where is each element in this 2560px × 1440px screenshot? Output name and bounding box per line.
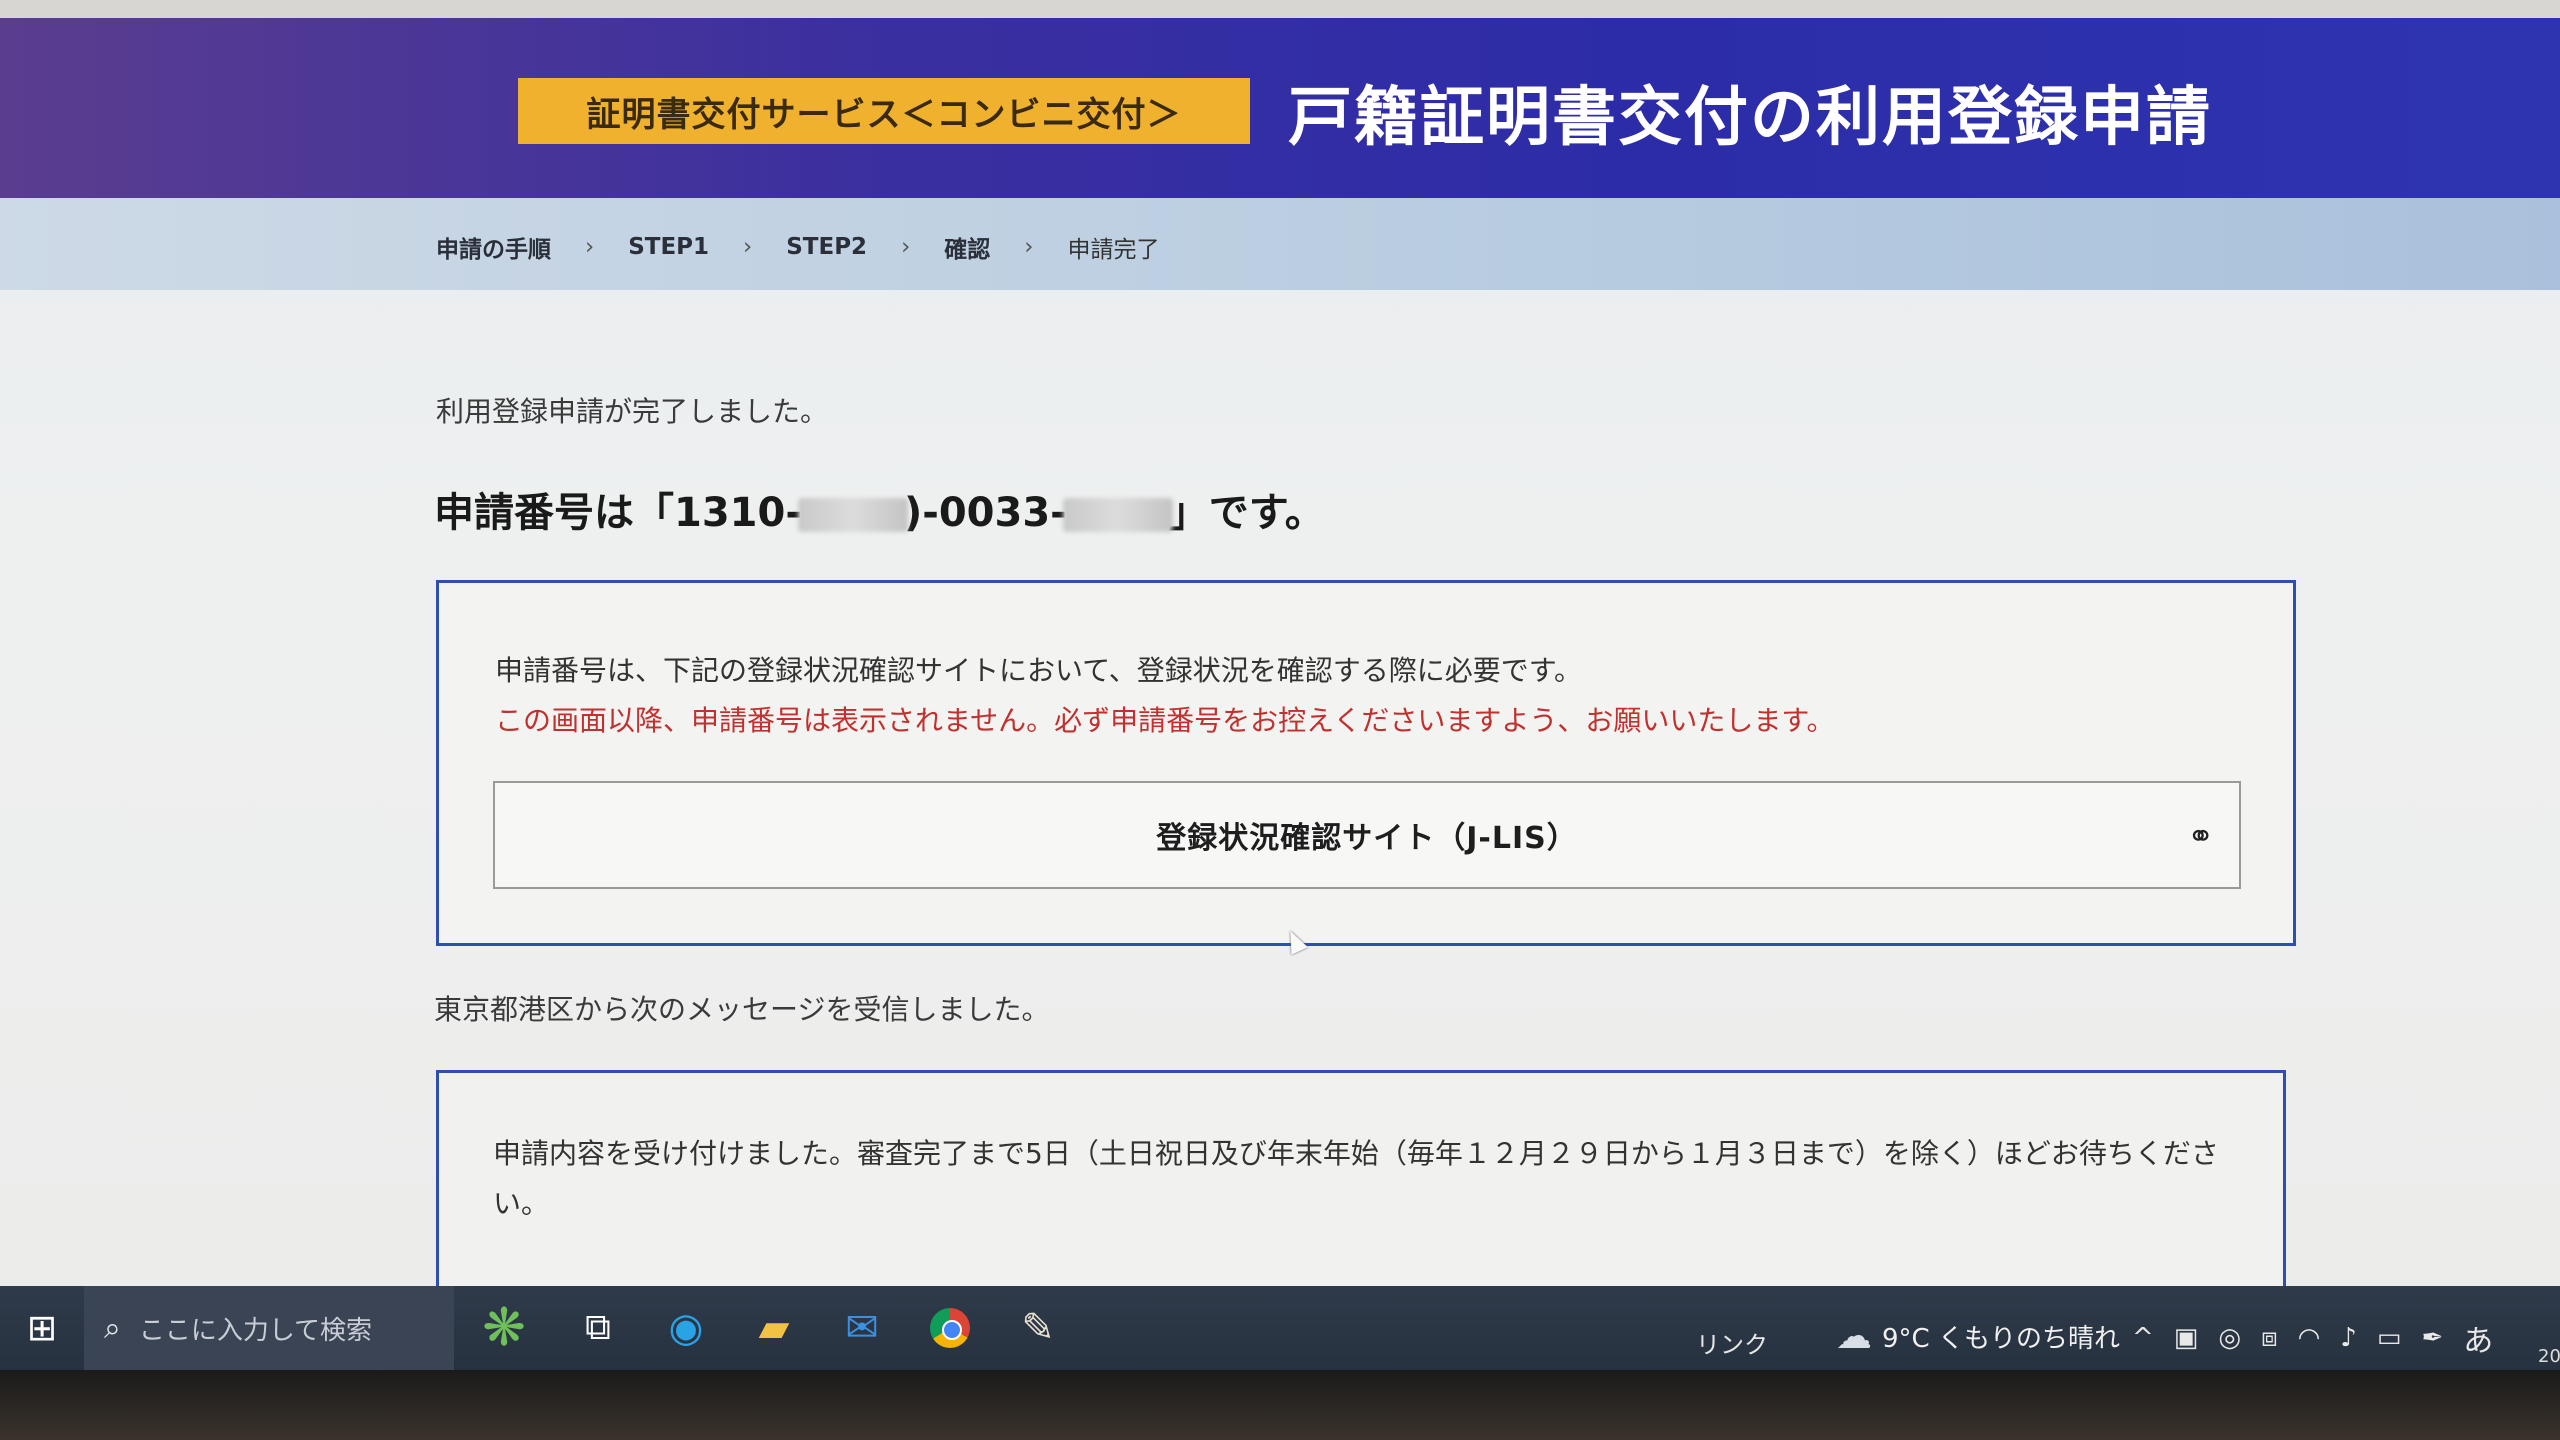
breadcrumb-separator: ›	[743, 234, 753, 260]
pen-icon[interactable]: ✒	[2421, 1323, 2443, 1353]
link-icon: ⚭	[2187, 817, 2215, 855]
application-number-prefix: 申請番号は「1310-	[434, 490, 802, 536]
browser-top-strip	[0, 0, 2560, 18]
task-view-icon[interactable]: ⧉	[554, 1286, 642, 1370]
breadcrumb-item-procedure[interactable]: 申請の手順	[436, 230, 551, 264]
breadcrumb-separator: ›	[901, 234, 911, 260]
ime-indicator[interactable]: あ	[2463, 1316, 2493, 1360]
file-explorer-icon[interactable]: ▰	[730, 1286, 818, 1370]
application-number: 申請番号は「1310- )-0033- 」です。	[434, 480, 1325, 538]
device-icon[interactable]: ▣	[2174, 1323, 2199, 1353]
breadcrumb-item-step1: STEP1	[628, 234, 710, 260]
notice-box: 申請番号は、下記の登録状況確認サイトにおいて、登録状況を確認する際に必要です。 …	[436, 580, 2296, 946]
mail-icon[interactable]: ✉	[818, 1286, 906, 1370]
breadcrumb-separator: ›	[585, 234, 595, 260]
application-number-middle: )-0033-	[903, 490, 1067, 536]
volume-icon[interactable]: ♪	[2340, 1323, 2357, 1353]
paint-app-icon[interactable]: ✎	[994, 1286, 1082, 1370]
cloud-icon: ☁	[1836, 1316, 1872, 1357]
warning-text: この画面以降、申請番号は表示されません。必ず申請番号をお控えくださいますよう、お…	[495, 704, 1835, 737]
service-badge: 証明書交付サービス＜コンビニ交付＞	[518, 78, 1250, 144]
weather-text: 9°C くもりのち晴れ	[1882, 1324, 2120, 1354]
app-tray-icon[interactable]: ◎	[2218, 1323, 2241, 1353]
notice-text: 申請番号は、下記の登録状況確認サイトにおいて、登録状況を確認する際に必要です。	[495, 654, 1582, 687]
page-banner: 証明書交付サービス＜コンビニ交付＞ 戸籍証明書交付の利用登録申請	[0, 18, 2560, 198]
received-message-heading: 東京都港区から次のメッセージを受信しました。	[434, 993, 1050, 1026]
search-placeholder: ここに入力して検索	[138, 1315, 373, 1346]
links-toolbar[interactable]: リンク	[1696, 1325, 1768, 1360]
redacted-block	[797, 498, 908, 532]
breadcrumb: 申請の手順 › STEP1 › STEP2 › 確認 › 申請完了	[436, 230, 1159, 264]
battery-icon[interactable]: ▭	[2377, 1323, 2402, 1353]
screen: 証明書交付サービス＜コンビニ交付＞ 戸籍証明書交付の利用登録申請 申請の手順 ›…	[0, 0, 2560, 1370]
jlis-button-label: 登録状況確認サイト（J-LIS）	[1156, 821, 1578, 856]
breadcrumb-bar	[0, 198, 2560, 290]
wifi-icon[interactable]: ◠	[2298, 1323, 2321, 1353]
edge-browser-icon[interactable]: ◉	[642, 1286, 730, 1370]
system-tray: ^ ▣ ◎ ⧈ ◠ ♪ ▭ ✒ あ	[2132, 1316, 2493, 1360]
search-icon: ⌕	[104, 1310, 121, 1346]
taskbar-search-input[interactable]: ⌕ ここに入力して検索	[84, 1286, 454, 1370]
search-highlight-icon[interactable]: ❋	[454, 1286, 554, 1370]
breadcrumb-item-complete: 申請完了	[1067, 237, 1160, 263]
message-box: 申請内容を受け付けました。審査完了まで5日（土日祝日及び年末年始（毎年１２月２９…	[436, 1070, 2286, 1300]
redacted-block	[1062, 498, 1173, 532]
jlis-status-site-button[interactable]: 登録状況確認サイト（J-LIS） ⚭	[493, 781, 2241, 889]
completion-message: 利用登録申請が完了しました。	[436, 395, 829, 428]
page-title: 戸籍証明書交付の利用登録申請	[1288, 81, 2212, 155]
chrome-browser-icon[interactable]	[906, 1286, 994, 1370]
weather-widget[interactable]: ☁ 9°C くもりのち晴れ	[1836, 1316, 2120, 1357]
breadcrumb-item-confirm: 確認	[944, 237, 991, 263]
monitor-bezel	[0, 1370, 2560, 1440]
message-body: 申請内容を受け付けました。審査完了まで5日（土日祝日及び年末年始（毎年１２月２９…	[493, 1137, 2219, 1220]
application-number-suffix: 」です。	[1168, 490, 1325, 536]
chevron-up-icon[interactable]: ^	[2132, 1323, 2154, 1353]
screen-tray-icon[interactable]: ⧈	[2261, 1323, 2278, 1354]
windows-start-icon[interactable]: ⊞	[0, 1286, 84, 1370]
breadcrumb-separator: ›	[1024, 234, 1034, 260]
clock-fragment[interactable]: 20	[2538, 1346, 2560, 1367]
breadcrumb-item-step2: STEP2	[786, 234, 868, 260]
